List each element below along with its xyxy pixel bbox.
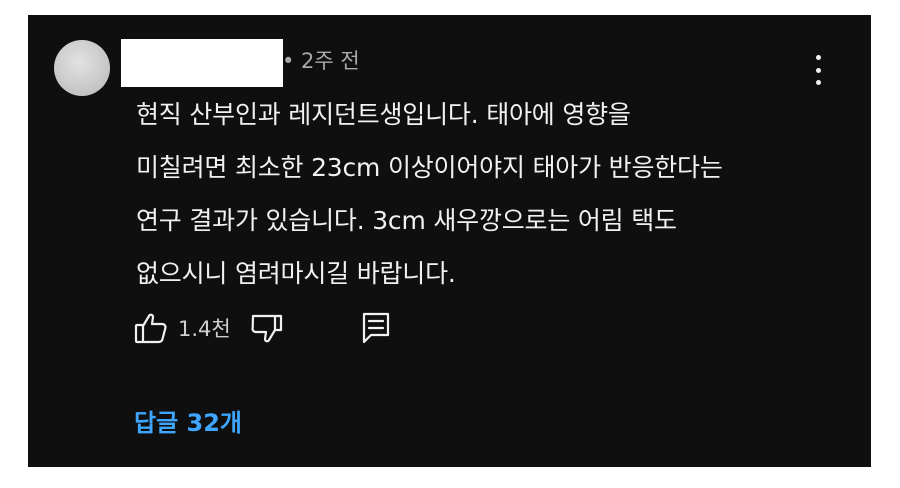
comment-text-line: 미칠려면 최소한 23cm 이상이어야지 태아가 반응한다는 <box>136 153 723 182</box>
more-vertical-icon-dot <box>815 67 821 73</box>
comment-text-line: 연구 결과가 있습니다. 3cm 새우깡으로는 어림 택도 <box>136 206 677 235</box>
comment-text-line: 없으시니 염려마시길 바랍니다. <box>136 259 456 288</box>
thumb-up-icon <box>134 313 167 344</box>
avatar[interactable] <box>54 40 110 96</box>
more-vertical-icon-dot <box>815 80 821 85</box>
comment-timestamp[interactable]: • 2주 전 <box>282 47 360 75</box>
like-count: 1.4천 <box>178 317 231 341</box>
comment-icon <box>362 312 389 344</box>
like-button[interactable] <box>134 312 168 344</box>
more-options-button[interactable] <box>803 53 833 87</box>
reply-button[interactable] <box>361 311 391 345</box>
more-vertical-icon <box>815 55 821 60</box>
comment-text-line: 현직 산부인과 레지던트생입니다. 태아에 영향을 <box>136 100 631 129</box>
dislike-button[interactable] <box>251 312 283 344</box>
thumb-down-icon <box>251 314 282 343</box>
username-redacted <box>121 39 283 87</box>
comment-card: • 2주 전 현직 산부인과 레지던트생입니다. 태아에 영향을 미칠려면 최소… <box>28 15 871 467</box>
view-replies-link[interactable]: 답글 32개 <box>134 403 242 438</box>
comment-action-bar: 1.4천 <box>134 311 391 345</box>
comment-text: 현직 산부인과 레지던트생입니다. 태아에 영향을 미칠려면 최소한 23cm … <box>136 88 856 300</box>
